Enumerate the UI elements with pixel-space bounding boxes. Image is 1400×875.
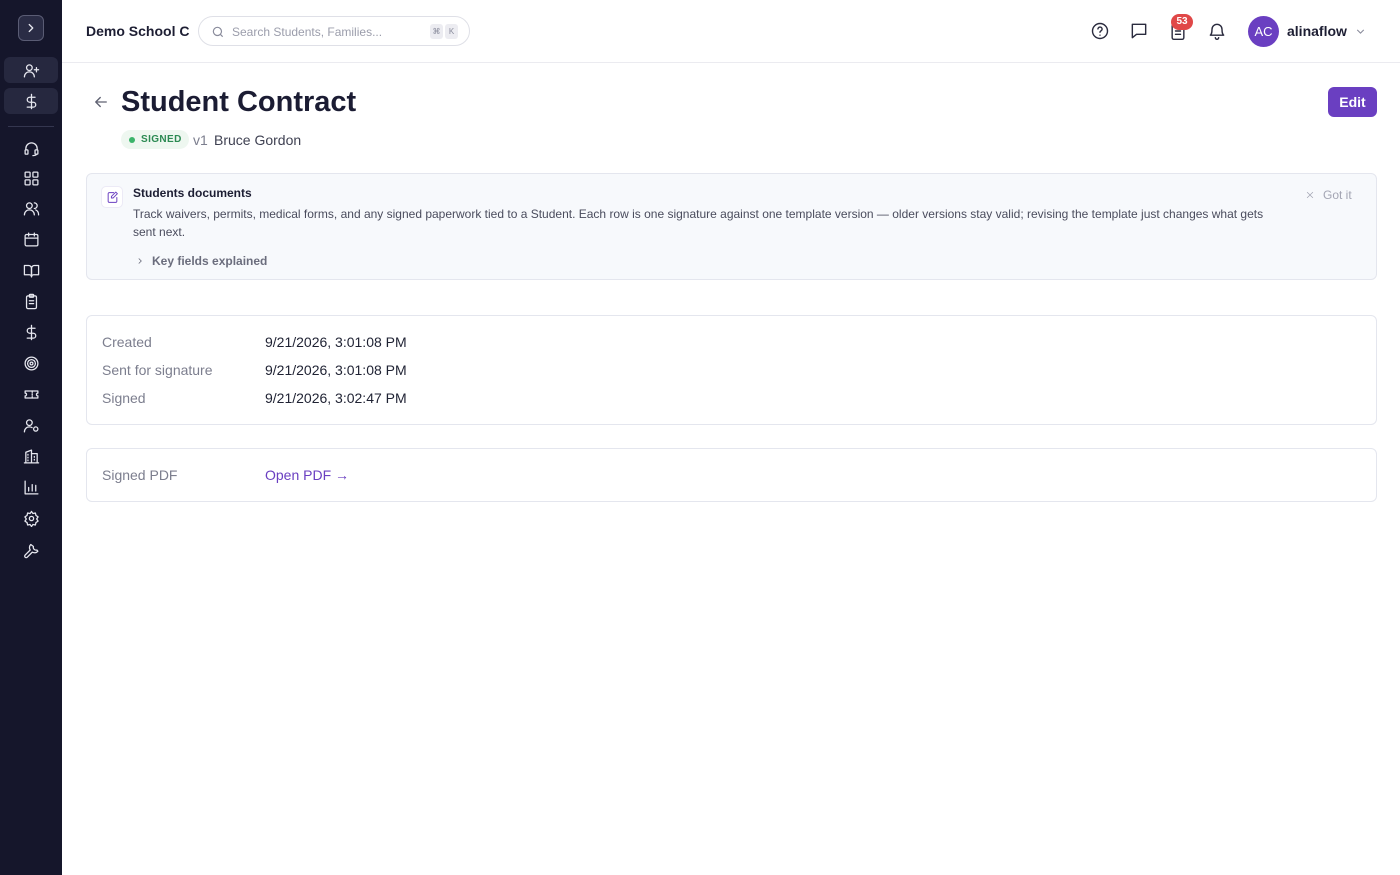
student-name: Bruce Gordon: [214, 132, 302, 148]
sidebar-item-calendar[interactable]: [4, 226, 58, 252]
search-input[interactable]: Search Students, Families... ⌘ K: [198, 16, 470, 46]
sidebar-item-tools[interactable]: [4, 537, 58, 563]
sidebar-item-tickets[interactable]: [4, 381, 58, 407]
page-title: Student Contract: [121, 86, 357, 118]
sidebar-item-courses[interactable]: [4, 257, 58, 283]
users-icon: [23, 201, 39, 216]
sidebar-expand-button[interactable]: [18, 15, 44, 41]
back-button[interactable]: [92, 93, 110, 111]
callout-icon-box: [101, 186, 123, 208]
user-menu-toggle[interactable]: [1354, 25, 1367, 38]
school-name[interactable]: Demo School C: [86, 23, 189, 39]
chevron-right-icon: [138, 258, 142, 264]
bell-icon: [1209, 23, 1225, 40]
top-bar: Demo School C Search Students, Families.…: [62, 0, 1400, 63]
chevron-down-icon: [1356, 29, 1365, 34]
status-badge: SIGNED: [121, 130, 189, 149]
help-icon: [1091, 22, 1109, 40]
detail-value: 9/21/2026, 3:01:08 PM: [265, 334, 407, 350]
sidebar-item-support[interactable]: [4, 135, 58, 161]
sidebar-item-staff[interactable]: [4, 412, 58, 438]
help-button[interactable]: [1090, 21, 1110, 41]
clipboard-icon: [25, 293, 37, 309]
detail-label: Signed PDF: [102, 467, 178, 483]
sidebar-item-reports[interactable]: [4, 474, 58, 500]
detail-value: 9/21/2026, 3:01:08 PM: [265, 362, 407, 378]
sidebar-item-payments[interactable]: [4, 88, 58, 114]
chevron-right-icon: [28, 23, 34, 33]
close-icon: [1306, 191, 1314, 199]
notifications-button[interactable]: [1207, 21, 1227, 41]
sidebar-item-students[interactable]: [4, 195, 58, 221]
search-icon: [212, 26, 224, 38]
bar-chart-icon: [23, 479, 39, 495]
detail-label: Created: [102, 334, 152, 350]
arrow-left-icon: [95, 96, 107, 108]
callout-title: Students documents: [133, 186, 252, 200]
sidebar-item-tasks[interactable]: [4, 288, 58, 314]
dismiss-label: Got it: [1323, 188, 1352, 202]
user-avatar[interactable]: AC: [1248, 16, 1279, 47]
status-dot: [129, 136, 135, 143]
key-fields-label: Key fields explained: [152, 254, 268, 268]
user-plus-icon: [23, 63, 39, 78]
sidebar-item-settings[interactable]: [4, 505, 58, 531]
detail-label: Signed: [102, 390, 146, 406]
sidebar-item-dashboard[interactable]: [4, 165, 58, 191]
target-icon: [23, 355, 39, 371]
dashboard-icon: [23, 170, 39, 186]
key-fields-toggle[interactable]: Key fields explained: [135, 254, 267, 268]
gear-icon: [23, 510, 39, 527]
notification-count-badge: 53: [1171, 14, 1193, 30]
username[interactable]: alinaflow: [1287, 23, 1347, 39]
calendar-icon: [23, 231, 39, 247]
detail-label: Sent for signature: [102, 362, 213, 378]
dismiss-callout-button[interactable]: Got it: [1305, 188, 1352, 202]
headset-icon: [23, 141, 39, 156]
chat-icon: [1131, 23, 1147, 39]
user-cog-icon: [23, 418, 39, 433]
edit-button[interactable]: Edit: [1328, 87, 1377, 117]
sidebar-item-goals[interactable]: [4, 350, 58, 376]
book-icon: [23, 264, 39, 278]
sidebar-item-locations[interactable]: [4, 443, 58, 469]
building-icon: [23, 448, 39, 464]
wrench-icon: [23, 543, 39, 558]
sidebar: [0, 0, 62, 875]
edit-document-icon: [107, 191, 118, 203]
callout-body: Track waivers, permits, medical forms, a…: [133, 207, 1264, 239]
open-pdf-link[interactable]: Open PDF →: [265, 467, 349, 483]
version-label: v1: [193, 132, 208, 148]
dollar-icon: [26, 324, 36, 340]
signed-pdf-card: Signed PDF Open PDF →: [86, 448, 1377, 502]
messages-button[interactable]: [1129, 21, 1149, 41]
shortcut-key-k: K: [445, 24, 458, 39]
sidebar-item-add-student[interactable]: [4, 57, 58, 83]
ticket-icon: [23, 389, 39, 399]
signature-timeline-card: Created 9/21/2026, 3:01:08 PM Sent for s…: [86, 315, 1377, 425]
dollar-icon: [26, 93, 36, 109]
status-text: SIGNED: [141, 134, 182, 145]
detail-value: 9/21/2026, 3:02:47 PM: [265, 390, 407, 406]
sidebar-item-billing[interactable]: [4, 319, 58, 345]
shortcut-key-cmd: ⌘: [430, 24, 443, 39]
search-placeholder: Search Students, Families...: [232, 25, 383, 39]
info-callout: Students documents Track waivers, permit…: [86, 173, 1377, 280]
sidebar-divider: [8, 126, 54, 127]
